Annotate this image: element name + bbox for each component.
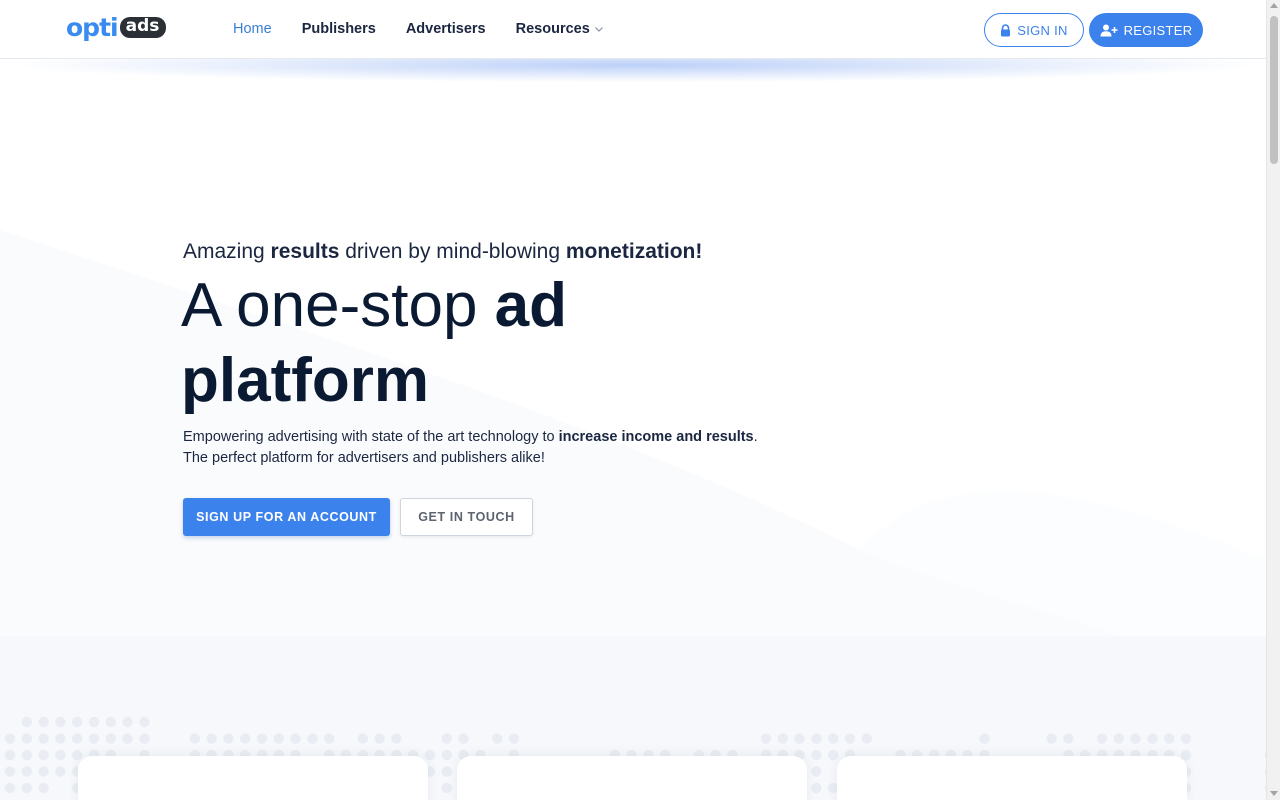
nav-resources[interactable]: Resources [516,21,604,37]
nav-home[interactable]: Home [233,21,272,37]
scroll-down-arrow-icon[interactable] [1270,791,1278,796]
description-period: . [753,429,758,445]
feature-card-3 [837,756,1187,800]
sign-up-button[interactable]: SIGN UP FOR AN ACCOUNT [183,498,390,536]
site-header: opti ads Home Publishers Advertisers Res… [0,0,1266,59]
tagline-part-1: Amazing [183,240,271,263]
register-label: REGISTER [1123,22,1193,38]
hero-tagline: Amazing results driven by mind-blowing m… [183,240,702,264]
feature-card-1 [78,756,428,800]
page-scrollbar[interactable] [1266,0,1280,800]
tagline-results: results [270,240,340,263]
add-user-icon [1100,24,1118,36]
tagline-part-3: driven by mind-blowing [339,240,566,263]
hero-headline: A one-stop ad platform [181,268,741,418]
sign-in-button[interactable]: SIGN IN [984,13,1084,47]
feature-card-2 [457,756,807,800]
sign-in-label: SIGN IN [1017,22,1068,38]
main-nav: Home Publishers Advertisers Resources [233,0,604,58]
description-line-2: The perfect platform for advertisers and… [183,450,545,466]
headline-part-1: A one-stop [181,271,495,340]
nav-advertisers[interactable]: Advertisers [406,21,486,37]
scrollbar-thumb[interactable] [1270,16,1278,164]
nav-resources-label: Resources [515,21,590,37]
chevron-down-icon [594,27,603,32]
lock-icon [1001,23,1011,36]
logo-opti-text: opti [66,12,119,42]
optiads-logo[interactable]: opti ads [66,12,167,42]
nav-publishers[interactable]: Publishers [302,21,376,37]
logo-ads-badge: ads [119,16,167,38]
hero-description: Empowering advertising with state of the… [183,427,803,469]
scroll-up-arrow-icon[interactable] [1270,3,1278,8]
get-in-touch-button[interactable]: GET IN TOUCH [400,498,533,536]
description-part-1: Empowering advertising with state of the… [183,429,559,445]
tagline-monetization: monetization! [565,240,703,263]
description-emphasis: increase income and results [558,429,754,445]
register-button[interactable]: REGISTER [1089,13,1203,47]
